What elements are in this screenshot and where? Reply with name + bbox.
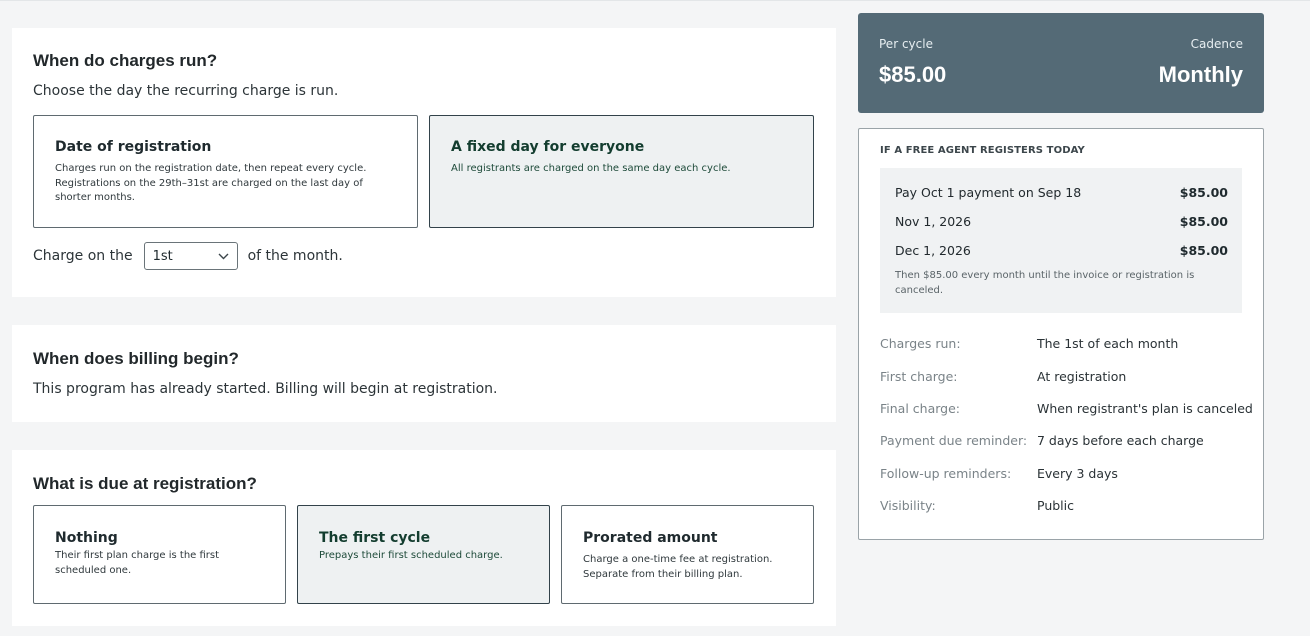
info-value: Public (1037, 498, 1074, 513)
info-value: The 1st of each month (1037, 336, 1179, 351)
option-date-of-registration[interactable]: Date of registration Charges run on the … (33, 115, 418, 228)
info-key: Payment due reminder: (880, 433, 1028, 448)
option-description: Their first plan charge is the first sch… (55, 550, 220, 576)
schedule-note: Then $85.00 every month until the invoic… (895, 270, 1195, 296)
info-key: Visibility: (880, 498, 936, 513)
option-title: A fixed day for everyone (451, 139, 645, 155)
cadence-label: Cadence (1190, 37, 1243, 51)
info-row-charges-run: Charges run: The 1st of each month (880, 336, 1250, 356)
option-prorated-amount[interactable]: Prorated amount Charge a one-time fee at… (561, 505, 814, 604)
option-fixed-day[interactable]: A fixed day for everyone All registrants… (429, 115, 814, 228)
info-key: First charge: (880, 369, 958, 384)
section-title: When do charges run? (33, 51, 218, 70)
charge-on-prefix: Charge on the (33, 248, 133, 264)
info-value: 7 days before each charge (1037, 433, 1204, 448)
info-key: Final charge: (880, 401, 960, 416)
option-description: Charges run on the registration date, th… (55, 163, 367, 203)
option-description: Charge a one-time fee at registration. S… (583, 554, 773, 580)
section-title: What is due at registration? (33, 474, 257, 493)
info-key: Charges run: (880, 336, 961, 351)
option-description: All registrants are charged on the same … (451, 163, 731, 174)
info-row-payment-due-reminder: Payment due reminder: 7 days before each… (880, 433, 1250, 453)
schedule-amount: $85.00 (1179, 185, 1228, 200)
option-title: Prorated amount (583, 530, 718, 546)
info-key: Follow-up reminders: (880, 466, 1012, 481)
cadence-value: Monthly (1158, 62, 1243, 87)
section-title: When does billing begin? (33, 349, 239, 368)
top-divider (0, 0, 1310, 1)
schedule-amount: $85.00 (1179, 243, 1228, 258)
info-value: Every 3 days (1037, 466, 1118, 481)
schedule-row: Dec 1, 2026 $85.00 (895, 243, 1228, 263)
option-title: The first cycle (319, 530, 431, 546)
schedule-row: Nov 1, 2026 $85.00 (895, 214, 1228, 234)
info-value: When registrant's plan is canceled (1037, 401, 1253, 416)
billing-begin-section: When does billing begin? This program ha… (12, 325, 836, 422)
preview-heading: IF A FREE AGENT REGISTERS TODAY (880, 145, 1085, 156)
schedule-amount: $85.00 (1179, 214, 1228, 229)
option-first-cycle[interactable]: The first cycle Prepays their first sche… (297, 505, 550, 604)
option-title: Nothing (55, 530, 118, 546)
billing-begin-text: This program has already started. Billin… (33, 381, 498, 397)
due-at-registration-section: What is due at registration? Nothing The… (12, 450, 836, 626)
charge-day-select[interactable]: 1st (143, 242, 238, 270)
schedule-label: Pay Oct 1 payment on Sep 18 (895, 185, 1082, 200)
charges-run-section: When do charges run? Choose the day the … (12, 28, 836, 297)
option-description: Prepays their first scheduled charge. (319, 550, 503, 561)
payment-schedule: Pay Oct 1 payment on Sep 18 $85.00 Nov 1… (880, 168, 1242, 313)
option-nothing[interactable]: Nothing Their first plan charge is the f… (33, 505, 286, 604)
charge-on-suffix: of the month. (247, 248, 343, 264)
plan-summary-card: Per cycle $85.00 Cadence Monthly (858, 13, 1264, 113)
per-cycle-label: Per cycle (879, 37, 933, 51)
per-cycle-value: $85.00 (879, 62, 947, 87)
schedule-label: Nov 1, 2026 (895, 214, 972, 229)
section-subtitle: Choose the day the recurring charge is r… (33, 83, 339, 99)
info-row-follow-up-reminders: Follow-up reminders: Every 3 days (880, 466, 1250, 486)
info-row-visibility: Visibility: Public (880, 498, 1250, 518)
registration-preview-card: IF A FREE AGENT REGISTERS TODAY Pay Oct … (858, 128, 1264, 540)
info-value: At registration (1037, 369, 1127, 384)
info-row-first-charge: First charge: At registration (880, 369, 1250, 389)
charge-day-value: 1st (152, 249, 173, 264)
chevron-down-icon (218, 253, 229, 260)
charge-day-row: Charge on the 1st of the month. (33, 242, 343, 270)
info-row-final-charge: Final charge: When registrant's plan is … (880, 401, 1253, 421)
option-title: Date of registration (55, 139, 212, 155)
schedule-label: Dec 1, 2026 (895, 243, 971, 258)
schedule-row: Pay Oct 1 payment on Sep 18 $85.00 (895, 185, 1228, 205)
